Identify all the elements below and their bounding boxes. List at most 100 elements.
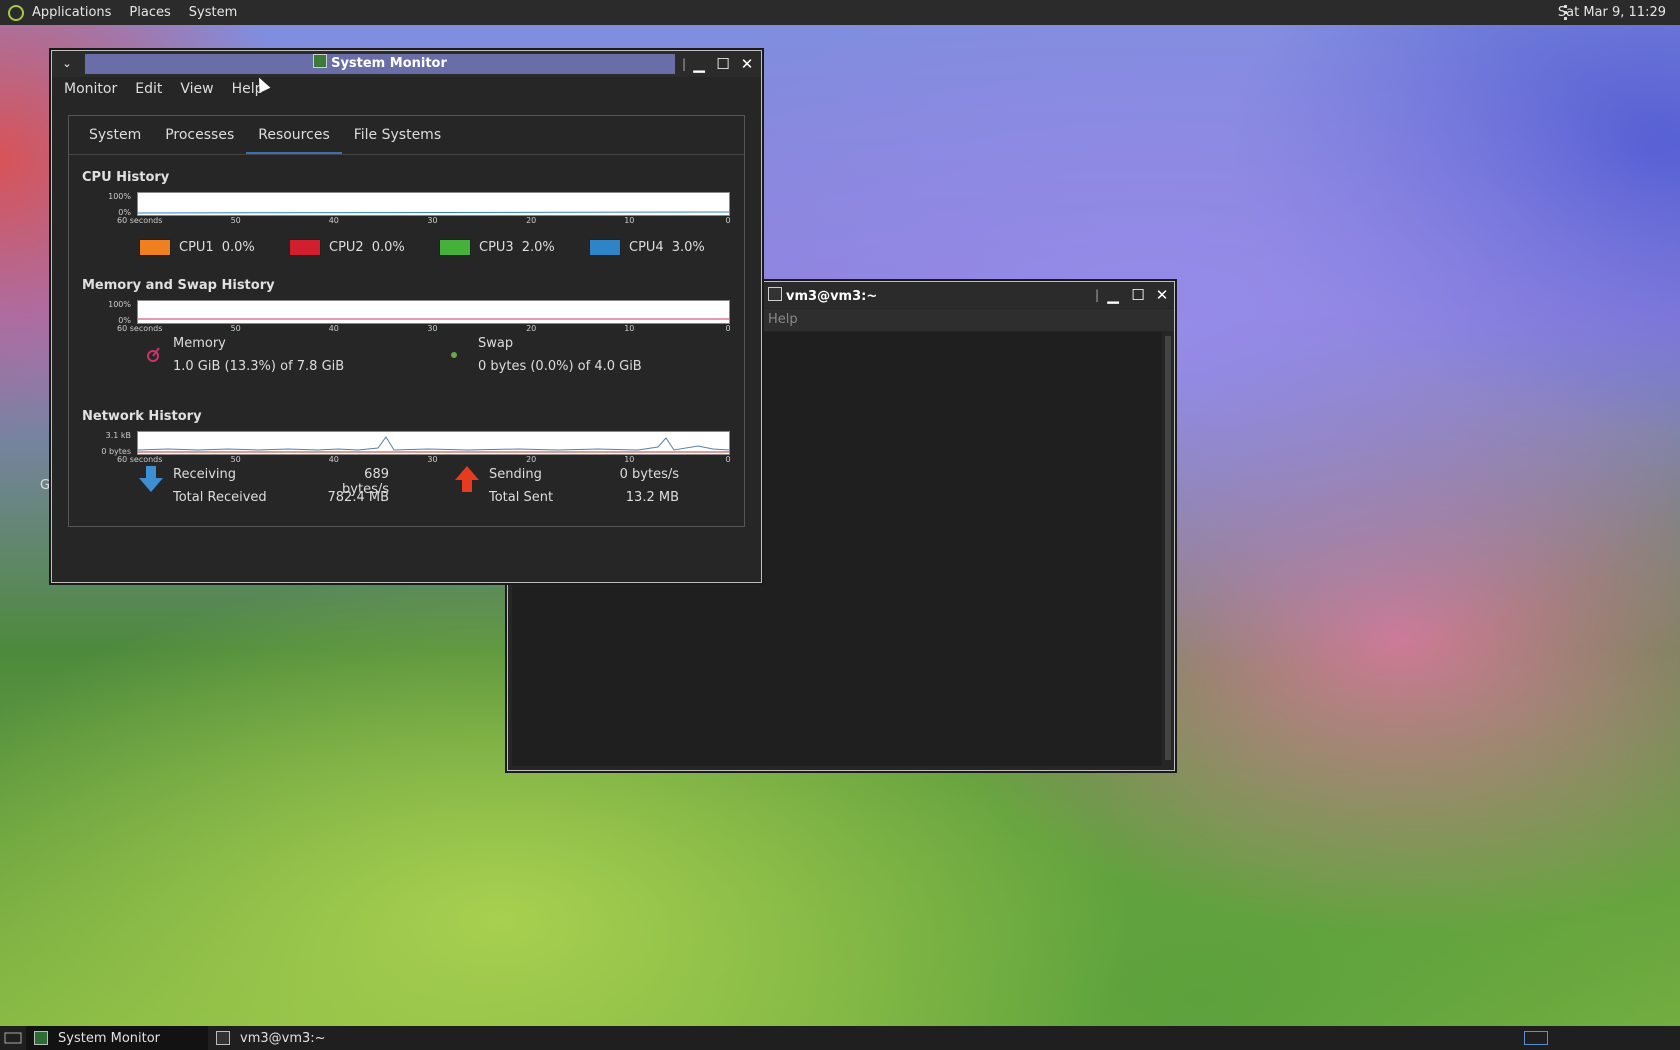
cpu3-value: 2.0% <box>521 240 555 255</box>
top-panel: Applications Places System Sat Mar 9, 11… <box>0 0 1680 25</box>
menu-applications[interactable]: Applications <box>32 5 111 20</box>
x-tick: 0 <box>725 216 731 225</box>
window-menu-chevron-icon[interactable]: ⌄ <box>58 55 76 73</box>
total-received-value: 782.4 MB <box>327 490 389 505</box>
menu-monitor[interactable]: Monitor <box>64 81 117 97</box>
terminal-title: vm3@vm3:~ <box>768 287 877 304</box>
x-tick: 40 <box>328 324 339 333</box>
cpu3-label: CPU3 <box>479 240 514 255</box>
clock[interactable]: Sat Mar 9, 11:29 <box>1558 5 1666 20</box>
mem-ylabel-max: 100% <box>108 300 131 309</box>
x-tick: 20 <box>526 455 537 464</box>
menu-places[interactable]: Places <box>129 5 170 20</box>
cpu2-value: 0.0% <box>371 240 405 255</box>
x-tick: 30 <box>427 216 438 225</box>
sending-arrow-icon[interactable] <box>455 466 479 496</box>
tab-processes[interactable]: Processes <box>153 116 246 154</box>
terminal-title-text: vm3@vm3:~ <box>786 289 878 304</box>
network-history-title: Network History <box>82 409 202 424</box>
cpu-graph-lines <box>137 211 730 214</box>
close-icon[interactable]: ✕ <box>1153 286 1171 304</box>
maximize-icon[interactable]: ☐ <box>1129 286 1147 304</box>
show-desktop-icon[interactable] <box>0 1026 26 1050</box>
terminal-icon <box>216 1031 230 1045</box>
receiving-arrow-icon[interactable] <box>139 466 163 496</box>
cpu1-legend: CPU1 0.0% <box>139 239 255 256</box>
system-monitor-window[interactable]: ⌄ System Monitor | ▁ ☐ ✕ Monitor Edit Vi… <box>51 50 762 583</box>
cpu2-label: CPU2 <box>329 240 364 255</box>
sysmon-menubar: Monitor Edit View Help <box>64 81 264 97</box>
memory-pie-icon[interactable] <box>145 346 161 368</box>
x-tick: 0 <box>725 455 731 464</box>
tab-file-systems[interactable]: File Systems <box>342 116 453 154</box>
desktop-partial-label: G <box>40 478 51 493</box>
cpu-history-graph <box>137 192 730 216</box>
total-sent-label: Total Sent <box>489 490 554 505</box>
x-tick: 20 <box>526 324 537 333</box>
x-tick: 30 <box>427 324 438 333</box>
taskbar-item-label: System Monitor <box>58 1030 161 1046</box>
menu-edit[interactable]: Edit <box>135 81 162 97</box>
cpu-ylabel-max: 100% <box>108 192 131 201</box>
taskbar-item-terminal[interactable]: vm3@vm3:~ <box>208 1026 334 1050</box>
cpu2-legend: CPU2 0.0% <box>289 239 405 256</box>
minimize-icon[interactable]: ▁ <box>690 55 708 73</box>
terminal-scrollbar[interactable] <box>1165 336 1171 760</box>
cpu3-color-swatch[interactable] <box>439 239 471 256</box>
x-tick: 60 seconds <box>117 455 163 464</box>
x-tick: 30 <box>427 455 438 464</box>
net-ylabel-max: 3.1 kB <box>105 431 131 440</box>
network-history-graph <box>137 431 730 455</box>
tab-bar: System Processes Resources File Systems <box>69 116 744 155</box>
memory-x-axis: 60 seconds 50 40 30 20 10 0 <box>117 322 731 336</box>
sysmon-titlebar[interactable]: ⌄ System Monitor | ▁ ☐ ✕ <box>52 51 761 77</box>
x-tick: 40 <box>328 216 339 225</box>
cpu1-color-swatch[interactable] <box>139 239 171 256</box>
sysmon-title-text: System Monitor <box>331 56 447 71</box>
distro-logo-icon[interactable] <box>8 4 24 21</box>
sending-label: Sending <box>489 467 542 482</box>
swap-value: 0 bytes (0.0%) of 4.0 GiB <box>478 359 642 374</box>
resources-panel: System Processes Resources File Systems … <box>68 115 745 527</box>
x-tick: 10 <box>624 216 635 225</box>
cpu4-label: CPU4 <box>629 240 664 255</box>
system-monitor-icon <box>313 54 328 68</box>
x-tick: 0 <box>725 324 731 333</box>
cpu4-legend: CPU4 3.0% <box>589 239 705 256</box>
maximize-icon[interactable]: ☐ <box>714 55 732 73</box>
x-tick: 40 <box>328 455 339 464</box>
terminal-icon <box>768 287 782 301</box>
cpu-history-title: CPU History <box>82 170 170 185</box>
cpu2-color-swatch[interactable] <box>289 239 321 256</box>
sending-value: 0 bytes/s <box>619 467 679 482</box>
x-tick: 60 seconds <box>117 324 163 333</box>
memory-history-title: Memory and Swap History <box>82 278 275 293</box>
close-icon[interactable]: ✕ <box>738 55 756 73</box>
taskbar-item-label: vm3@vm3:~ <box>240 1030 326 1046</box>
memory-value: 1.0 GiB (13.3%) of 7.8 GiB <box>173 359 345 374</box>
menu-view[interactable]: View <box>180 81 213 97</box>
tab-system[interactable]: System <box>77 116 153 154</box>
taskbar-item-system-monitor[interactable]: System Monitor <box>26 1026 208 1050</box>
sysmon-title[interactable]: System Monitor <box>85 54 675 74</box>
x-tick: 60 seconds <box>117 216 163 225</box>
total-sent-value: 13.2 MB <box>625 490 679 505</box>
total-received-label: Total Received <box>173 490 267 505</box>
memory-history-graph <box>137 300 730 324</box>
terminal-menu-help[interactable]: Help <box>768 312 798 327</box>
cpu-x-axis: 60 seconds 50 40 30 20 10 0 <box>117 214 731 228</box>
x-tick: 10 <box>624 455 635 464</box>
cpu4-color-swatch[interactable] <box>589 239 621 256</box>
x-tick: 50 <box>230 216 241 225</box>
memory-label: Memory <box>173 336 226 351</box>
network-x-axis: 60 seconds 50 40 30 20 10 0 <box>117 453 731 467</box>
cpu1-value: 0.0% <box>221 240 255 255</box>
swap-pie-icon[interactable] <box>451 352 457 358</box>
workspace-switcher-icon[interactable] <box>1524 1031 1548 1045</box>
menu-system[interactable]: System <box>189 5 237 20</box>
minimize-icon[interactable]: ▁ <box>1104 286 1122 304</box>
network-graph-lines <box>137 436 730 453</box>
x-tick: 50 <box>230 324 241 333</box>
memory-graph-lines <box>138 318 729 320</box>
tab-resources[interactable]: Resources <box>246 116 342 154</box>
